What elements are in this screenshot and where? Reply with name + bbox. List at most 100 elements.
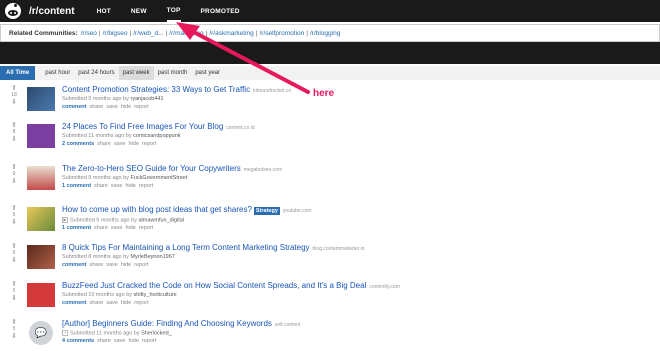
post-title[interactable]: The Zero-to-Hero SEO Guide for Your Copy… (62, 164, 241, 173)
post-domain[interactable]: megabotseo.com (244, 167, 282, 173)
save-link[interactable]: save (106, 300, 118, 306)
upvote-icon[interactable]: ⬆ (9, 319, 19, 326)
post-domain[interactable]: blog.contentmarketer.io (313, 246, 365, 252)
post-author[interactable]: ryanjacob441 (131, 96, 164, 102)
post-author[interactable]: comicsandpoppunk (133, 133, 180, 139)
related-link-askmarketing[interactable]: /r/askmarketing (209, 30, 253, 37)
post-title[interactable]: 24 Places To Find Free Images For Your B… (62, 122, 223, 131)
post-thumbnail[interactable] (27, 283, 55, 307)
share-link[interactable]: share (94, 225, 108, 231)
post-author[interactable]: MyrleBeynon1967 (131, 254, 175, 260)
time-tab-24h[interactable]: past 24 hours (74, 66, 118, 80)
share-link[interactable]: share (94, 183, 108, 189)
post-author[interactable]: Sherlocked_ (141, 330, 172, 336)
share-link[interactable]: share (89, 300, 103, 306)
report-link[interactable]: report (142, 141, 156, 147)
comments-link[interactable]: 2 comments (62, 141, 94, 147)
comments-link[interactable]: 1 comment (62, 183, 91, 189)
save-link[interactable]: save (106, 262, 118, 268)
post-flair[interactable]: Strategy (253, 207, 280, 215)
save-link[interactable]: save (114, 338, 126, 344)
reddit-logo-icon[interactable] (5, 3, 21, 19)
related-link-selfpromotion[interactable]: /r/selfpromotion (259, 30, 304, 37)
post-title[interactable]: 8 Quick Tips For Maintaining a Long Term… (62, 243, 310, 252)
upvote-icon[interactable]: ⬆ (9, 122, 19, 129)
expand-video-icon[interactable]: ▶ (62, 217, 68, 223)
time-tab-month[interactable]: past month (154, 66, 192, 80)
comments-link[interactable]: comment (62, 262, 86, 268)
hide-link[interactable]: hide (121, 300, 131, 306)
expand-text-icon[interactable]: + (62, 330, 68, 336)
downvote-icon[interactable]: ⬇ (9, 136, 19, 143)
post-domain[interactable]: self.content (275, 322, 301, 328)
post-domain[interactable]: inboundrocket.co (253, 88, 291, 94)
post-thumbnail[interactable] (27, 207, 55, 231)
save-link[interactable]: save (111, 225, 123, 231)
comments-link[interactable]: comment (62, 300, 86, 306)
upvote-icon[interactable]: ⬆ (9, 205, 19, 212)
report-link[interactable]: report (139, 183, 153, 189)
report-link[interactable]: report (134, 262, 148, 268)
downvote-icon[interactable]: ⬇ (9, 333, 19, 340)
downvote-icon[interactable]: ⬇ (9, 178, 19, 185)
related-link-blogging[interactable]: /r/blogging (310, 30, 340, 37)
post-domain[interactable]: contently.com (369, 284, 399, 290)
comments-link[interactable]: 4 comments (62, 338, 94, 344)
post-title[interactable]: [Author] Beginners Guide: Finding And Ch… (62, 319, 272, 328)
upvote-icon[interactable]: ⬆ (9, 85, 19, 92)
self-post-icon[interactable]: 💬 (29, 321, 53, 345)
post-title[interactable]: Content Promotion Strategies: 33 Ways to… (62, 85, 250, 94)
report-link[interactable]: report (134, 300, 148, 306)
post-domain[interactable]: content.co.id (226, 125, 254, 131)
time-tab-all[interactable]: All Time (0, 66, 36, 80)
share-link[interactable]: share (97, 141, 111, 147)
post-author[interactable]: FuckGovernmentStreet (131, 175, 188, 181)
hide-link[interactable]: hide (129, 338, 139, 344)
share-link[interactable]: share (89, 262, 103, 268)
time-tab-week[interactable]: past week (118, 66, 154, 80)
post-title[interactable]: BuzzFeed Just Cracked the Code on How So… (62, 281, 366, 290)
post-thumbnail[interactable] (27, 245, 55, 269)
tab-new[interactable]: NEW (131, 2, 147, 21)
related-link-marketing[interactable]: /r/marketing (169, 30, 203, 37)
time-tab-hour[interactable]: past hour (41, 66, 74, 80)
post-meta: Submitted 11 months ago by (70, 330, 140, 337)
comments-link[interactable]: comment (62, 104, 86, 110)
tab-hot[interactable]: HOT (97, 2, 111, 21)
upvote-icon[interactable]: ⬆ (9, 281, 19, 288)
report-link[interactable]: report (142, 338, 156, 344)
post-thumbnail[interactable] (27, 166, 55, 190)
related-link-bigseo[interactable]: /r/bigseo (103, 30, 128, 37)
downvote-icon[interactable]: ⬇ (9, 99, 19, 106)
downvote-icon[interactable]: ⬇ (9, 295, 19, 302)
save-link[interactable]: save (111, 183, 123, 189)
post-thumbnail[interactable] (27, 124, 55, 148)
hide-link[interactable]: hide (121, 104, 131, 110)
upvote-icon[interactable]: ⬆ (9, 164, 19, 171)
share-link[interactable]: share (97, 338, 111, 344)
save-link[interactable]: save (106, 104, 118, 110)
post-domain[interactable]: youtube.com (283, 208, 312, 214)
subreddit-name[interactable]: /r/content (29, 6, 75, 17)
post-thumbnail[interactable] (27, 87, 55, 111)
related-link-webdesign[interactable]: /r/web_d... (133, 30, 163, 37)
downvote-icon[interactable]: ⬇ (9, 219, 19, 226)
report-link[interactable]: report (139, 225, 153, 231)
hide-link[interactable]: hide (125, 183, 135, 189)
downvote-icon[interactable]: ⬇ (9, 257, 19, 264)
hide-link[interactable]: hide (125, 225, 135, 231)
tab-promoted[interactable]: PROMOTED (201, 2, 240, 21)
save-link[interactable]: save (114, 141, 126, 147)
hide-link[interactable]: hide (121, 262, 131, 268)
share-link[interactable]: share (89, 104, 103, 110)
report-link[interactable]: report (134, 104, 148, 110)
hide-link[interactable]: hide (129, 141, 139, 147)
post-author[interactable]: almawmfun_digital (139, 217, 185, 223)
post-author[interactable]: shitty_horticulture (134, 292, 177, 298)
related-link-seo[interactable]: /r/seo (81, 30, 97, 37)
time-tab-year[interactable]: past year (191, 66, 224, 80)
tab-top[interactable]: TOP (166, 1, 181, 22)
comments-link[interactable]: 1 comment (62, 225, 91, 231)
upvote-icon[interactable]: ⬆ (9, 243, 19, 250)
post-title[interactable]: How to come up with blog post ideas that… (62, 205, 252, 214)
